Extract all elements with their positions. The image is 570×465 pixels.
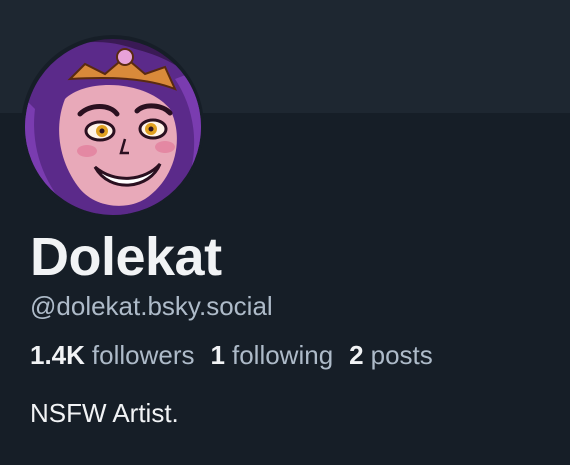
avatar-illustration-icon	[24, 38, 201, 215]
following-label: following	[231, 340, 334, 370]
profile-bio: NSFW Artist.	[30, 398, 179, 428]
following-count: 1	[210, 340, 225, 370]
posts-label: posts	[370, 340, 433, 370]
display-name: Dolekat	[30, 227, 222, 287]
posts-count: 2	[349, 340, 364, 370]
avatar-ring	[21, 35, 204, 218]
followers-count: 1.4K	[30, 340, 85, 370]
followers-label: followers	[91, 340, 195, 370]
posts-stat: 2 posts	[349, 339, 433, 371]
avatar[interactable]	[24, 38, 201, 215]
following-link[interactable]: 1 following	[211, 339, 334, 371]
profile-stats: 1.4K followers 1 following 2 posts	[30, 339, 433, 371]
profile-handle: @dolekat.bsky.social	[30, 291, 273, 321]
followers-link[interactable]: 1.4K followers	[30, 339, 195, 371]
